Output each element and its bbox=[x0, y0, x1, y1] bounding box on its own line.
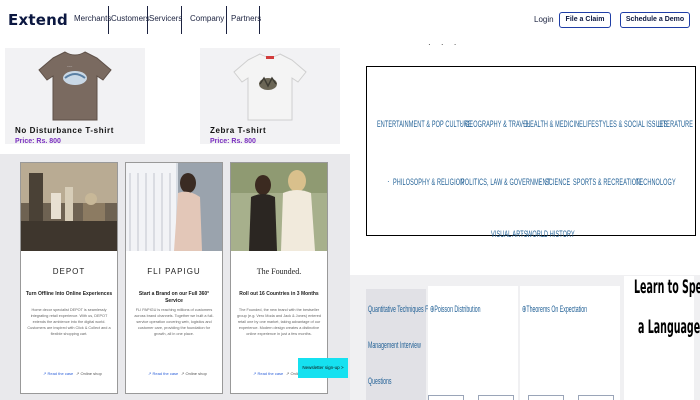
topic-card[interactable]: ⊕Theorems On Expectation bbox=[520, 286, 620, 400]
category-link[interactable]: TECHNOLOGY bbox=[636, 177, 676, 188]
pagination-tab[interactable] bbox=[428, 395, 464, 400]
case-description: FLI PAPIGU is reaching millions of custo… bbox=[134, 308, 214, 336]
case-headline: Roll out 16 Countries in 3 Months bbox=[239, 291, 319, 297]
tshirt-image bbox=[233, 53, 307, 121]
brand-card-depot: DEPOT Turn Offline Into Online Experienc… bbox=[20, 162, 118, 394]
read-case-link[interactable]: ↗ Read the case bbox=[148, 371, 178, 376]
the-founded-photo bbox=[231, 163, 327, 251]
depot-photo bbox=[21, 163, 117, 251]
brand-card-fli-papigu: FLI PAPIGU Start a Brand on our Full 360… bbox=[125, 162, 223, 394]
brand-name: The Founded. bbox=[256, 267, 302, 276]
top-navigation: Extend Merchants Customers Servicers Com… bbox=[0, 0, 700, 40]
category-banner: ENTERTAINMENT & POP CULTURE · GEOGRAPHY … bbox=[366, 66, 696, 240]
nav-servicers[interactable]: Servicers bbox=[149, 14, 182, 23]
fli-papigu-photo bbox=[126, 163, 222, 251]
nav-customers[interactable]: Customers bbox=[111, 14, 150, 23]
pagination-tab[interactable] bbox=[478, 395, 514, 400]
brand-name: DEPOT bbox=[52, 267, 86, 276]
book-title-line: Learn to Speak bbox=[634, 276, 700, 298]
online-shop-link[interactable]: ↗ Online shop bbox=[181, 371, 207, 376]
category-separator: · bbox=[631, 177, 634, 186]
nav-divider bbox=[181, 6, 182, 34]
read-case-link[interactable]: ↗ Read the case bbox=[253, 371, 283, 376]
product-price: Price: Rs. 800 bbox=[15, 138, 61, 145]
product-price: Price: Rs. 800 bbox=[210, 138, 256, 145]
nav-divider bbox=[108, 6, 109, 34]
topic-link-line[interactable]: Management Interview bbox=[368, 340, 421, 351]
topic-link-line[interactable]: Questions bbox=[368, 376, 392, 387]
category-link[interactable]: LITERATURE bbox=[658, 119, 693, 130]
category-link[interactable]: WORLD HISTORY bbox=[527, 229, 575, 240]
category-link[interactable]: GEOGRAPHY & TRAVEL bbox=[465, 119, 530, 130]
brand-name: FLI PAPIGU bbox=[147, 267, 201, 276]
pagination-tab[interactable] bbox=[528, 395, 564, 400]
nav-partners[interactable]: Partners bbox=[231, 14, 261, 23]
nav-merchants[interactable]: Merchants bbox=[74, 14, 111, 23]
category-separator: · bbox=[522, 119, 525, 128]
category-link[interactable]: ENTERTAINMENT & POP CULTURE bbox=[377, 119, 472, 130]
category-link[interactable]: PHILOSOPHY & RELIGION bbox=[393, 177, 464, 188]
schedule-demo-button[interactable]: Schedule a Demo bbox=[620, 12, 690, 28]
category-link[interactable]: HEALTH & MEDICINE bbox=[526, 119, 583, 130]
svg-text:~~~: ~~~ bbox=[67, 64, 73, 68]
category-separator: · bbox=[577, 119, 580, 128]
product-card[interactable]: ~~~ No Disturbance T-shirt Price: Rs. 80… bbox=[5, 48, 145, 145]
login-link[interactable]: Login bbox=[534, 15, 554, 24]
book-cover[interactable]: Learn to Speak a Language bbox=[624, 276, 700, 400]
category-link[interactable]: POLITICS, LAW & GOVERNMENT bbox=[461, 177, 550, 188]
tshirt-image: ~~~ bbox=[38, 51, 112, 121]
category-separator: · bbox=[387, 177, 390, 186]
case-headline: Start a Brand on our Full 360° Service bbox=[138, 291, 210, 304]
book-title-line: a Language bbox=[638, 316, 700, 338]
read-case-link[interactable]: ↗ Read the case bbox=[43, 371, 73, 376]
category-separator: · bbox=[521, 229, 524, 238]
case-description: Home decor specialist DEPOT is seamlessl… bbox=[27, 308, 111, 336]
nav-company[interactable]: Company bbox=[190, 14, 224, 23]
nav-divider bbox=[147, 6, 148, 34]
category-separator: · bbox=[539, 177, 542, 186]
product-card[interactable]: Zebra T-shirt Price: Rs. 800 bbox=[200, 48, 340, 145]
file-claim-button[interactable]: File a Claim bbox=[559, 12, 611, 28]
nav-divider bbox=[259, 6, 260, 34]
category-separator: · bbox=[455, 177, 458, 186]
newsletter-signup-button[interactable]: Newsletter sign-up > bbox=[298, 358, 348, 378]
category-separator: · bbox=[653, 119, 656, 128]
online-shop-link[interactable]: ↗ Online shop bbox=[76, 371, 102, 376]
case-headline: Turn Offline Into Online Experiences bbox=[25, 291, 113, 297]
product-title[interactable]: Zebra T-shirt bbox=[210, 126, 266, 135]
product-title[interactable]: No Disturbance T-shirt bbox=[15, 126, 114, 135]
topic-card[interactable]: ⊕Poisson Distribution bbox=[428, 286, 518, 400]
loading-dots: · · · bbox=[428, 40, 461, 49]
topic-link[interactable]: ⊕Poisson Distribution bbox=[430, 304, 481, 315]
topic-link[interactable]: ⊕Theorems On Expectation bbox=[522, 304, 587, 315]
category-separator: · bbox=[460, 119, 463, 128]
category-separator: · bbox=[567, 177, 570, 186]
topic-link-line[interactable]: Quantitative Techniques For bbox=[368, 304, 433, 315]
case-description: The Founded, the new brand with the best… bbox=[237, 308, 322, 336]
extend-logo[interactable]: Extend bbox=[8, 11, 68, 29]
nav-divider bbox=[226, 6, 227, 34]
pagination-tab[interactable] bbox=[578, 395, 614, 400]
